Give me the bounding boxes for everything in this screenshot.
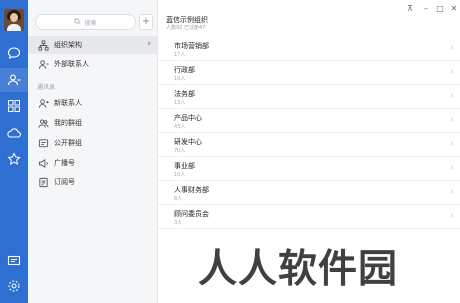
cloud-icon[interactable] bbox=[7, 126, 21, 140]
public-group-icon bbox=[37, 137, 49, 149]
department-row[interactable]: 法务部 13人 › bbox=[158, 85, 460, 109]
department-row[interactable]: 产品中心 43人 › bbox=[158, 109, 460, 133]
department-row[interactable]: 研发中心 70人 › bbox=[158, 133, 460, 157]
nav-item-my-groups[interactable]: 我的群组 bbox=[28, 114, 157, 132]
department-count: 10人 bbox=[174, 172, 186, 178]
department-name: 人事财务部 bbox=[174, 186, 209, 194]
maximize-icon[interactable]: □ bbox=[434, 4, 446, 13]
nav-label: 新联系人 bbox=[54, 99, 82, 107]
external-contact-icon bbox=[37, 58, 49, 70]
chevron-right-icon: › bbox=[450, 67, 454, 77]
department-count: 10人 bbox=[174, 76, 186, 82]
department-name: 行政部 bbox=[174, 66, 195, 74]
nav-item-broadcast[interactable]: 广播号 bbox=[28, 154, 157, 172]
chevron-right-icon: › bbox=[450, 163, 454, 173]
department-count: 17人 bbox=[174, 52, 186, 58]
chevron-right-icon: › bbox=[450, 211, 454, 221]
nav-item-external[interactable]: 外部联系人 bbox=[28, 55, 157, 73]
avatar[interactable] bbox=[4, 9, 24, 31]
nav-label: 广播号 bbox=[54, 159, 75, 167]
department-name: 顾问委员会 bbox=[174, 210, 209, 218]
department-row[interactable]: 事业部 10人 › bbox=[158, 157, 460, 181]
department-row[interactable]: 人事财务部 8人 › bbox=[158, 181, 460, 205]
contacts-icon[interactable] bbox=[0, 68, 28, 92]
nav-label: 公开群组 bbox=[54, 139, 82, 147]
watermark: 人人软件园 bbox=[198, 247, 399, 292]
add-button[interactable]: + bbox=[139, 14, 153, 30]
megaphone-icon bbox=[37, 157, 49, 169]
nav-item-subscription[interactable]: 订阅号 bbox=[28, 173, 157, 191]
department-row[interactable]: 市场营销部 17人 › bbox=[158, 37, 460, 61]
department-name: 产品中心 bbox=[174, 114, 202, 122]
department-name: 市场营销部 bbox=[174, 42, 209, 50]
department-count: 3人 bbox=[174, 220, 183, 226]
department-count: 13人 bbox=[174, 100, 186, 106]
minimize-icon[interactable]: – bbox=[420, 4, 432, 13]
pin-icon[interactable]: ⊼ bbox=[404, 4, 416, 13]
chevron-right-icon: › bbox=[147, 39, 151, 49]
chevron-right-icon: › bbox=[450, 91, 454, 101]
group-icon bbox=[37, 117, 49, 129]
subscription-icon bbox=[37, 176, 49, 188]
nav-item-org[interactable]: 组织架构 › bbox=[28, 36, 157, 54]
department-row[interactable]: 顾问委员会 3人 › bbox=[158, 205, 460, 229]
avatar-shirt bbox=[7, 24, 21, 31]
close-icon[interactable]: ✕ bbox=[448, 4, 460, 13]
department-count: 8人 bbox=[174, 196, 183, 202]
star-icon[interactable] bbox=[7, 152, 21, 166]
settings-gear-icon[interactable] bbox=[7, 279, 21, 293]
chat-icon[interactable] bbox=[7, 46, 21, 60]
search-icon bbox=[74, 17, 82, 27]
nav-item-new-contacts[interactable]: 新联系人 bbox=[28, 94, 157, 112]
chevron-right-icon: › bbox=[450, 187, 454, 197]
department-name: 事业部 bbox=[174, 162, 195, 170]
section-label: 通讯录 bbox=[37, 84, 56, 91]
contacts-panel: 搜索 + 组织架构 › 外部联系人 通讯录 新联系人 我的群组 公开群组 广播号… bbox=[28, 0, 158, 303]
chevron-right-icon: › bbox=[450, 139, 454, 149]
app-rail bbox=[0, 0, 28, 303]
department-name: 研发中心 bbox=[174, 138, 202, 146]
search-input[interactable]: 搜索 bbox=[35, 14, 136, 30]
search-placeholder: 搜索 bbox=[84, 19, 97, 27]
department-row[interactable]: 行政部 10人 › bbox=[158, 61, 460, 85]
message-box-icon[interactable] bbox=[7, 254, 21, 268]
nav-item-public-groups[interactable]: 公开群组 bbox=[28, 134, 157, 152]
nav-label: 订阅号 bbox=[54, 178, 75, 186]
chevron-right-icon: › bbox=[450, 43, 454, 53]
apps-grid-icon[interactable] bbox=[7, 99, 21, 113]
nav-label: 我的群组 bbox=[54, 119, 82, 127]
nav-label: 组织架构 bbox=[54, 41, 82, 49]
department-count: 43人 bbox=[174, 124, 186, 130]
avatar-face bbox=[10, 13, 18, 22]
org-subtitle: 人数92 已注册47 bbox=[166, 25, 206, 31]
nav-label: 外部联系人 bbox=[54, 60, 89, 68]
department-count: 70人 bbox=[174, 148, 186, 154]
department-name: 法务部 bbox=[174, 90, 195, 98]
chevron-right-icon: › bbox=[450, 115, 454, 125]
org-chart-icon bbox=[37, 39, 49, 51]
add-contact-icon bbox=[37, 97, 49, 109]
